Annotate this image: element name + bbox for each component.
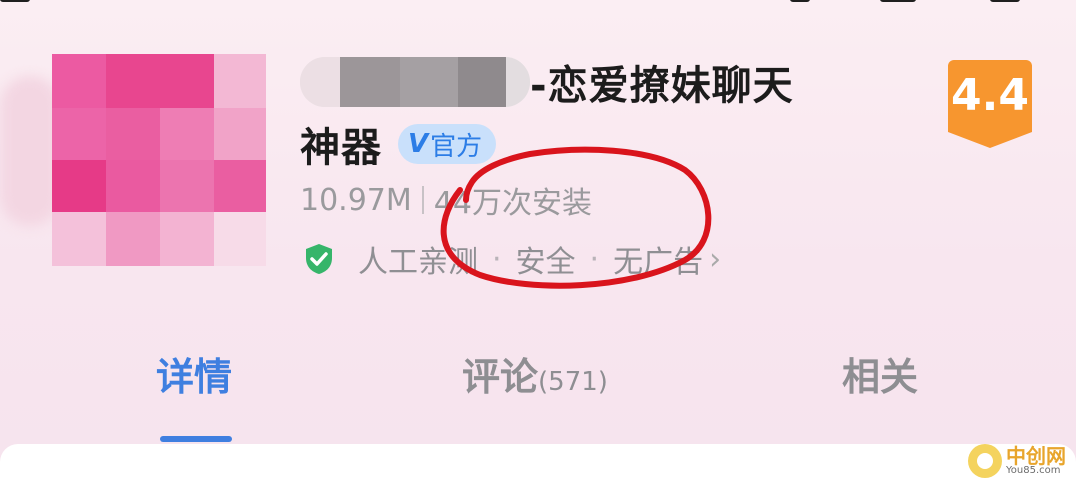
watermark: 中创网 You85.com (968, 444, 1066, 478)
watermark-cn: 中创网 (1006, 444, 1066, 468)
background-blob (0, 76, 60, 226)
red-annotation-circle (440, 146, 712, 289)
app-size: 10.97M (300, 182, 412, 218)
tab-related-label: 相关 (842, 355, 919, 399)
content-card (0, 444, 1076, 486)
tab-reviews-label: 评论 (462, 355, 539, 399)
watermark-en: You85.com (1006, 465, 1061, 476)
status-bar-decor (0, 0, 1076, 8)
redacted-app-name (300, 57, 530, 107)
tab-details[interactable]: 详情 (156, 346, 232, 401)
tab-related[interactable]: 相关 (842, 346, 918, 401)
active-tab-indicator (160, 436, 232, 442)
tab-bar: 详情 评论(571) 相关 (0, 346, 1076, 416)
app-name-line1: -恋爱撩妹聊天 (530, 63, 794, 109)
app-name-line2: 神器 (300, 125, 382, 171)
tab-reviews-count: (571) (538, 367, 608, 397)
rating-badge: 4.4 (948, 60, 1032, 148)
app-icon-pixelated (52, 54, 266, 266)
watermark-logo-icon (968, 444, 1002, 478)
shield-check-icon (306, 244, 332, 274)
rating-value: 4.4 (951, 70, 1029, 121)
tab-details-label: 详情 (156, 355, 233, 399)
tab-reviews[interactable]: 评论(571) (462, 346, 608, 401)
